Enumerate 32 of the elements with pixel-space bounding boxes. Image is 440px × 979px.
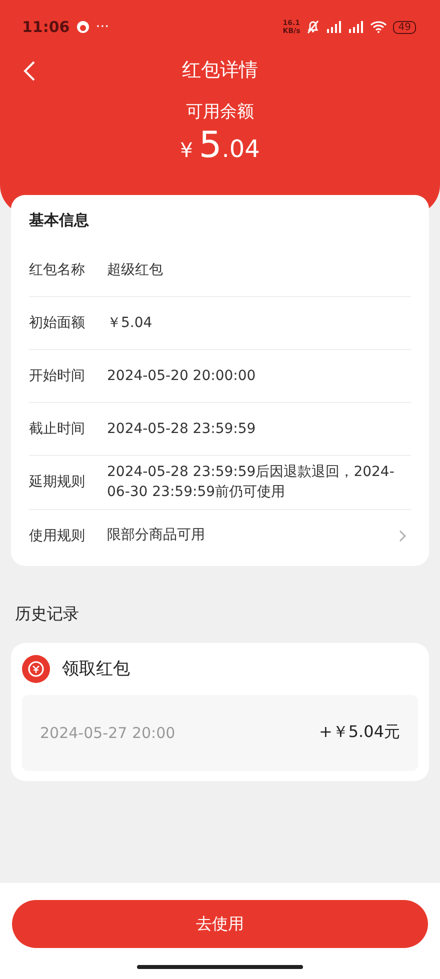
- field-value: 2024-05-28 23:59:59: [107, 420, 257, 439]
- field-value: 限部分商品可用: [107, 526, 206, 546]
- wifi-icon: [370, 21, 388, 33]
- field-value: 超级红包: [107, 260, 164, 280]
- field-label: 红包名称: [29, 261, 86, 279]
- more-dots: ···: [96, 19, 110, 35]
- balance-amount: ¥ 5.04: [180, 125, 260, 166]
- field-label: 延期规则: [29, 473, 86, 492]
- field-label: 初始面额: [29, 314, 86, 332]
- field-label: 开始时间: [29, 367, 86, 385]
- section-title: 历史记录: [14, 602, 80, 625]
- record-type: 领取红包: [62, 658, 130, 680]
- signal-icon: [326, 21, 342, 33]
- card-title: 基本信息: [29, 210, 90, 231]
- page-title: 红包详情: [182, 58, 258, 83]
- field-label: 使用规则: [29, 526, 86, 545]
- field-label: 截止时间: [29, 420, 86, 438]
- record-amount: +￥5.04元: [318, 722, 400, 744]
- app-icon: [76, 20, 90, 34]
- signal-icon: [348, 21, 364, 33]
- field-value: 2024-05-20 20:00:00: [107, 366, 257, 386]
- battery-indicator: 49: [393, 20, 416, 34]
- record-time: 2024-05-27 20:00: [40, 724, 176, 742]
- field-value: ￥5.04: [107, 314, 154, 333]
- field-value: 2024-05-28 23:59:59后因退款退回，2024-06-30 23:59:59前仍可使用: [107, 463, 396, 502]
- chevron-right-icon[interactable]: [399, 530, 407, 542]
- balance-label: 可用余额: [186, 101, 254, 123]
- status-time: 11:06: [22, 18, 70, 36]
- use-button[interactable]: 去使用: [12, 900, 428, 948]
- bell-off-icon: [306, 20, 320, 34]
- back-icon[interactable]: [22, 60, 36, 82]
- yuan-coin-icon: [22, 654, 50, 683]
